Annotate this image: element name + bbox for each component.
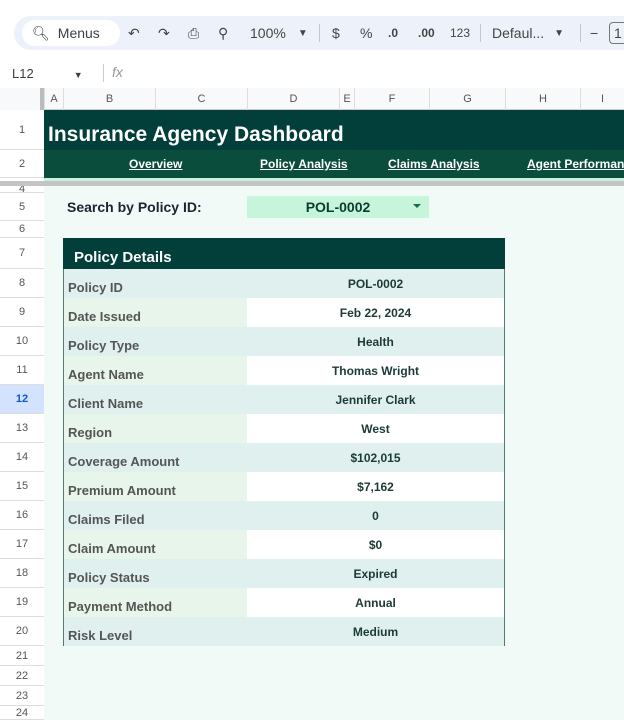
increase-decimal-button[interactable]: .00 [418, 22, 435, 44]
font-select[interactable]: Defaul... ▼ [492, 22, 564, 44]
detail-value[interactable]: POL-0002 [247, 269, 504, 298]
column-header-I[interactable]: I [580, 88, 624, 110]
nav-link-overview[interactable]: Overview [129, 150, 182, 178]
row-header-9[interactable]: 9 [0, 298, 44, 327]
detail-label: Claims Filed [64, 501, 247, 530]
column-header-G[interactable]: G [429, 88, 505, 110]
currency-button[interactable]: $ [332, 22, 340, 44]
dashboard-title: Insurance Agency Dashboard [44, 110, 624, 150]
detail-value[interactable]: $7,162 [247, 472, 504, 501]
detail-value[interactable]: Health [247, 327, 504, 356]
detail-value[interactable]: 0 [247, 501, 504, 530]
detail-value[interactable]: Feb 22, 2024 [247, 298, 504, 327]
row-header-2[interactable]: 2 [0, 150, 44, 178]
row-header-5[interactable]: 5 [0, 193, 44, 221]
detail-label: Policy Type [64, 327, 247, 356]
decrease-decimal-button[interactable]: .0 [388, 22, 398, 44]
row-header-18[interactable]: 18 [0, 559, 44, 588]
zoom-select[interactable]: 100% ▼ [250, 22, 308, 44]
detail-label: Date Issued [64, 298, 247, 327]
row-header-22[interactable]: 22 [0, 666, 44, 686]
divider [319, 24, 320, 42]
number-format-button[interactable]: 123 [450, 22, 470, 44]
row-header-13[interactable]: 13 [0, 414, 44, 443]
detail-label: Premium Amount [64, 472, 247, 501]
table-title: Policy Details [63, 238, 505, 269]
column-header-E[interactable]: E [339, 88, 354, 110]
frozen-rows-divider[interactable] [0, 181, 624, 186]
detail-value[interactable]: Medium [247, 617, 504, 646]
column-header-D[interactable]: D [247, 88, 339, 110]
row-header-14[interactable]: 14 [0, 443, 44, 472]
select-all-corner[interactable] [0, 88, 44, 110]
chevron-down-icon: ▼ [297, 27, 308, 39]
row-header-19[interactable]: 19 [0, 588, 44, 617]
detail-value[interactable]: West [247, 414, 504, 443]
column-header-F[interactable]: F [354, 88, 429, 110]
detail-label: Risk Level [64, 617, 247, 646]
detail-value[interactable]: $102,015 [247, 443, 504, 472]
redo-icon[interactable]: ↷ [158, 22, 170, 44]
divider [580, 24, 581, 42]
font-size-input[interactable]: 1 [609, 22, 624, 44]
row-header-20[interactable]: 20 [0, 617, 44, 646]
nav-link-claims-analysis[interactable]: Claims Analysis [388, 150, 480, 178]
search-label: Search by Policy ID: [67, 199, 202, 215]
detail-value[interactable]: Jennifer Clark [247, 385, 504, 414]
policy-id-dropdown[interactable]: POL-0002 [247, 196, 429, 218]
detail-label: Payment Method [64, 588, 247, 617]
font-size-decrease-button[interactable]: − [590, 22, 598, 44]
row-header-6[interactable]: 6 [0, 221, 44, 238]
row-header-21[interactable]: 21 [0, 646, 44, 666]
row-header-1[interactable]: 1 [0, 110, 44, 150]
row-header-8[interactable]: 8 [0, 269, 44, 298]
formula-icon: fx [112, 64, 123, 80]
row-header-24[interactable]: 24 [0, 706, 44, 720]
name-box[interactable]: L12 ▼ [12, 66, 83, 81]
dropdown-arrow-icon [413, 204, 421, 208]
row-header-11[interactable]: 11 [0, 356, 44, 385]
detail-value[interactable]: $0 [247, 530, 504, 559]
detail-label: Policy ID [64, 269, 247, 298]
chevron-down-icon: ▼ [554, 27, 565, 39]
column-header-C[interactable]: C [155, 88, 247, 110]
detail-label: Policy Status [64, 559, 247, 588]
nav-link-policy-analysis[interactable]: Policy Analysis [260, 150, 348, 178]
row-header-15[interactable]: 15 [0, 472, 44, 501]
paint-format-icon[interactable]: ⚲ [218, 22, 228, 44]
formula-input[interactable] [135, 62, 624, 86]
undo-icon[interactable]: ↶ [128, 22, 140, 44]
detail-value[interactable]: Expired [247, 559, 504, 588]
divider [103, 64, 104, 82]
divider [480, 24, 481, 42]
detail-value[interactable]: Annual [247, 588, 504, 617]
row-header-12[interactable]: 12 [0, 385, 44, 414]
column-header-A[interactable]: A [44, 88, 63, 110]
row-header-4[interactable]: 4 [0, 183, 44, 195]
search-icon: 🔍︎ [32, 24, 50, 41]
column-header-B[interactable]: B [63, 88, 155, 110]
row-header-16[interactable]: 16 [0, 501, 44, 530]
detail-label: Agent Name [64, 356, 247, 385]
chevron-down-icon: ▼ [73, 70, 83, 80]
percent-button[interactable]: % [360, 22, 372, 44]
detail-label: Region [64, 414, 247, 443]
row-header-17[interactable]: 17 [0, 530, 44, 559]
detail-label: Client Name [64, 385, 247, 414]
menus-search[interactable]: 🔍︎ Menus [22, 20, 120, 46]
row-header-23[interactable]: 23 [0, 686, 44, 706]
row-header-7[interactable]: 7 [0, 238, 44, 269]
row-header-10[interactable]: 10 [0, 327, 44, 356]
detail-label: Coverage Amount [64, 443, 247, 472]
print-icon[interactable]: ⎙ [188, 22, 199, 44]
detail-value[interactable]: Thomas Wright [247, 356, 504, 385]
detail-label: Claim Amount [64, 530, 247, 559]
nav-link-agent-performance[interactable]: Agent Performance [527, 150, 624, 178]
column-header-H[interactable]: H [505, 88, 580, 110]
